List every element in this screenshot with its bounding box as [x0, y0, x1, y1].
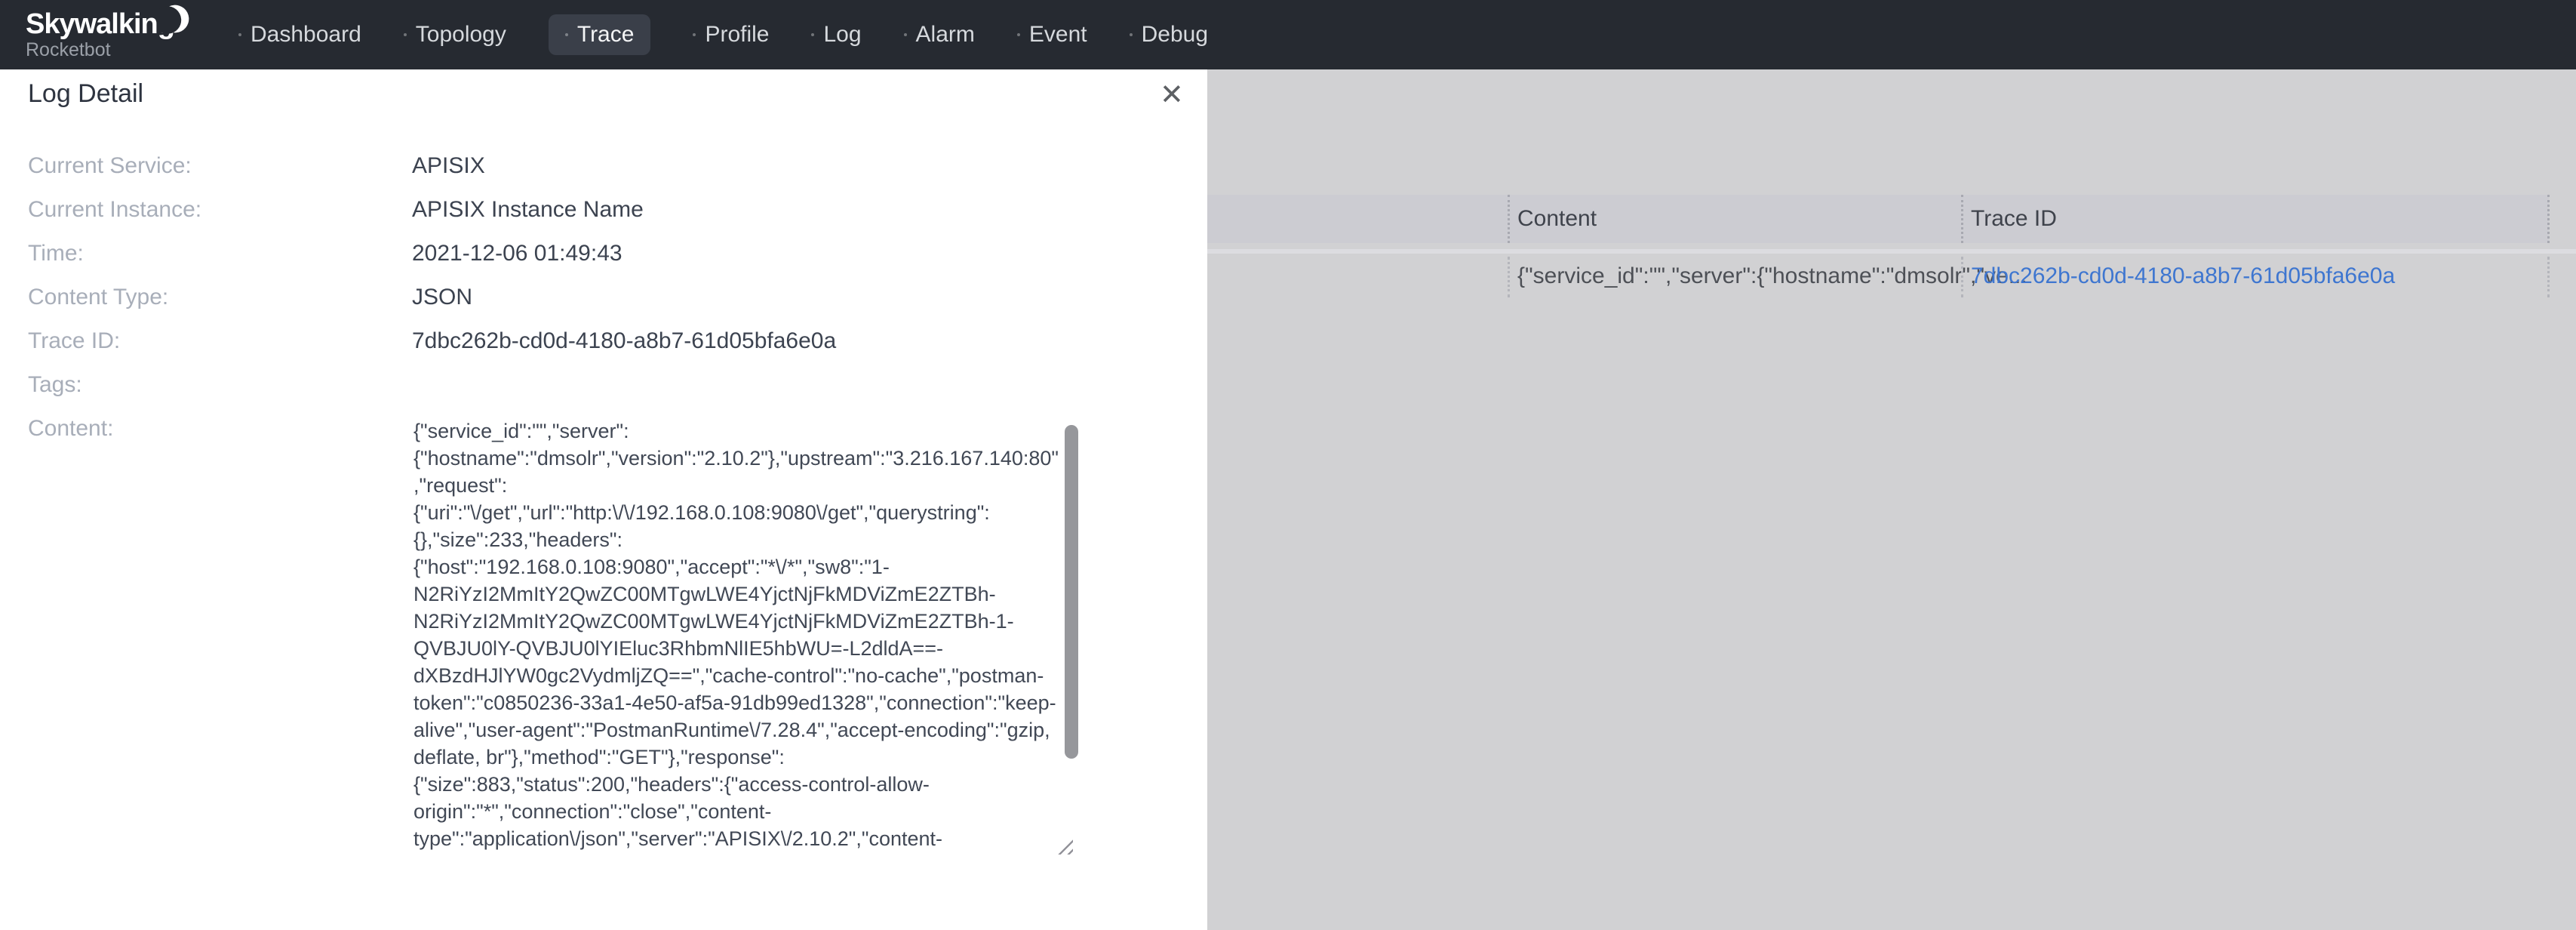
modal-title: Log Detail: [28, 79, 143, 109]
nav-item-label: Log: [823, 22, 861, 48]
field-value: 2021-12-06 01:49:43: [412, 242, 622, 265]
nav-item-label: Profile: [705, 22, 769, 48]
nav-item-label: Topology: [416, 22, 506, 48]
nav-menu: Dashboard Topology Trace Profile Log Ala…: [238, 14, 1208, 55]
nav-item-topology[interactable]: Topology: [404, 22, 506, 48]
log-detail-modal: Log Detail ✕ Current Service: APISIX Cur…: [0, 69, 1207, 930]
field-current-instance: Current Instance: APISIX Instance Name: [28, 199, 1160, 221]
nav-item-dot-icon: [404, 33, 407, 36]
nav-item-trace[interactable]: Trace: [549, 14, 651, 55]
row-content-preview: {"service_id":"","server":{"hostname":"d…: [1517, 254, 2027, 299]
dimmed-log-table-background: Content Trace ID {"service_id":"","serve…: [1207, 69, 2576, 930]
column-divider: [2547, 257, 2550, 297]
nav-item-label: Dashboard: [251, 22, 361, 48]
nav-item-label: Alarm: [916, 22, 975, 48]
nav-item-dot-icon: [1130, 33, 1133, 36]
column-header-content: Content: [1517, 195, 1597, 243]
field-tags: Tags:: [28, 374, 1160, 396]
nav-item-dot-icon: [904, 33, 907, 36]
nav-item-debug[interactable]: Debug: [1130, 22, 1208, 48]
field-value: APISIX Instance Name: [412, 199, 644, 221]
textarea-scrollbar-thumb[interactable]: [1065, 425, 1078, 759]
field-value: 7dbc262b-cd0d-4180-a8b7-61d05bfa6e0a: [412, 330, 836, 353]
column-header-trace-id: Trace ID: [1971, 195, 2057, 243]
nav-item-dot-icon: [1017, 33, 1020, 36]
nav-item-dot-icon: [693, 33, 696, 36]
row-trace-id-link[interactable]: 7dbc262b-cd0d-4180-a8b7-61d05bfa6e0a: [1971, 254, 2395, 299]
log-content-textarea[interactable]: {"service_id":"","server":{"hostname":"d…: [412, 414, 1081, 856]
nav-item-label: Event: [1029, 22, 1087, 48]
skywalking-crescent-icon: [158, 2, 192, 40]
field-content: Content: {"service_id":"","server":{"hos…: [28, 417, 1160, 856]
nav-item-profile[interactable]: Profile: [693, 22, 769, 48]
nav-item-label: Debug: [1142, 22, 1208, 48]
field-trace-id: Trace ID: 7dbc262b-cd0d-4180-a8b7-61d05b…: [28, 330, 1160, 353]
logo-subtitle: Rocketbot: [26, 39, 207, 60]
nav-item-dot-icon: [238, 33, 241, 36]
field-value: APISIX: [412, 155, 485, 177]
log-detail-fields: Current Service: APISIX Current Instance…: [28, 155, 1160, 856]
field-label: Time:: [28, 242, 412, 265]
column-divider: [1961, 257, 1963, 297]
field-time: Time: 2021-12-06 01:49:43: [28, 242, 1160, 265]
field-label: Content:: [28, 417, 412, 856]
nav-item-alarm[interactable]: Alarm: [904, 22, 975, 48]
field-current-service: Current Service: APISIX: [28, 155, 1160, 177]
field-label: Content Type:: [28, 286, 412, 309]
field-label: Tags:: [28, 374, 412, 396]
field-label: Trace ID:: [28, 330, 412, 353]
nav-item-dot-icon: [565, 33, 568, 36]
log-table-header: Content Trace ID: [1207, 195, 2549, 243]
close-icon[interactable]: ✕: [1160, 80, 1184, 110]
field-content-type: Content Type: JSON: [28, 286, 1160, 309]
field-label: Current Service:: [28, 155, 412, 177]
column-divider: [1508, 195, 1510, 243]
nav-item-event[interactable]: Event: [1017, 22, 1087, 48]
column-divider: [2547, 195, 2550, 243]
column-divider: [1961, 195, 1963, 243]
column-divider: [1508, 257, 1510, 297]
nav-item-label: Trace: [577, 22, 635, 48]
top-nav: Skywalking Rocketbot Dashboard Topology …: [0, 0, 2576, 69]
skywalking-logo: Skywalking Rocketbot: [26, 9, 207, 60]
nav-item-log[interactable]: Log: [811, 22, 861, 48]
log-table-row[interactable]: {"service_id":"","server":{"hostname":"d…: [1207, 254, 2576, 299]
field-value: JSON: [412, 286, 472, 309]
nav-item-dot-icon: [811, 33, 814, 36]
field-label: Current Instance:: [28, 199, 412, 221]
nav-item-dashboard[interactable]: Dashboard: [238, 22, 361, 48]
